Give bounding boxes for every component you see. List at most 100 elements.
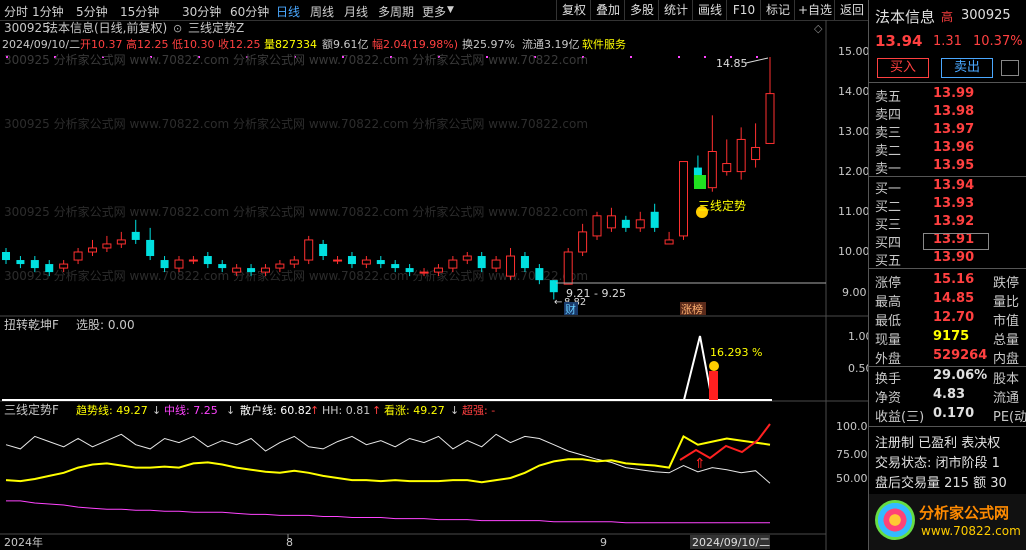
badge-zhangting[interactable]: 涨榜	[681, 302, 703, 316]
add-watchlist-button[interactable]: +自选	[794, 0, 835, 20]
sell_levels-value[interactable]: 13.99	[933, 86, 974, 101]
stats-value[interactable]: 12.70	[933, 310, 974, 325]
signal-label: 三线定势	[698, 198, 746, 213]
buy_levels-row: 买五 13.90	[875, 250, 1025, 269]
stats2-value[interactable]: 29.06%	[933, 368, 987, 383]
logo-banner: 分析家公式网 www.70822.com	[869, 494, 1026, 550]
back-button[interactable]: 返回	[834, 0, 869, 20]
price-tick: 13.00	[838, 125, 868, 138]
period-tab-1min[interactable]: 1分钟	[32, 3, 64, 20]
period-tab-weekly[interactable]: 周线	[310, 3, 334, 20]
f10-button[interactable]: F10	[726, 0, 761, 20]
draw-line-button[interactable]: 画线	[692, 0, 727, 20]
buy_levels-label: 买三	[875, 218, 902, 233]
sell_levels-value[interactable]: 13.95	[933, 158, 974, 173]
candle-body	[736, 138, 746, 173]
x-axis-label: 2024年	[4, 535, 43, 549]
period-tab-fenshi[interactable]: 分时	[4, 3, 28, 20]
badge-cai[interactable]: 财	[565, 302, 576, 316]
candle-body	[275, 263, 285, 269]
stats-value[interactable]: 15.16	[933, 272, 974, 287]
candle-body	[621, 219, 630, 228]
period-tab-multi[interactable]: 多周期	[378, 3, 414, 20]
footer-line3: 盘后交易量 215 额 30	[875, 476, 1007, 491]
candle-body	[319, 243, 328, 257]
buy_levels-value[interactable]: 13.94	[933, 178, 974, 193]
stats-row: 最高 14.85 量比	[875, 291, 1025, 310]
sub2-title[interactable]: 三线定势F	[4, 402, 59, 417]
indicator-name[interactable]: 三线定势Z	[188, 20, 244, 35]
buy-button[interactable]: 买入	[877, 58, 929, 78]
candle-body	[433, 267, 443, 273]
candle-body	[361, 259, 371, 265]
stats-label: 最高	[875, 295, 902, 310]
candle-body	[405, 268, 414, 273]
sub1-peak-label: 16.293 %	[710, 346, 762, 359]
buy_levels-label: 买二	[875, 200, 902, 215]
stats-value[interactable]: 9175	[933, 329, 969, 344]
sell_levels-value[interactable]: 13.96	[933, 140, 974, 155]
buy_levels-label: 买五	[875, 254, 902, 269]
stats-value[interactable]: 14.85	[933, 291, 974, 306]
stats2-value[interactable]: 0.170	[933, 406, 974, 421]
buy_levels-value[interactable]: 13.92	[933, 214, 974, 229]
sub1-title[interactable]: 扭转乾坤F	[4, 317, 59, 332]
period-tab-60min[interactable]: 60分钟	[230, 3, 269, 20]
candle-body	[491, 259, 501, 269]
chart-area[interactable]: 300925 分析家公式网 www.70822.com 分析家公式网 www.7…	[0, 20, 868, 550]
quote-panel: 法本信息 高 300925 13.94 1.31 10.37% 买入 卖出 卖五…	[868, 0, 1026, 550]
multi-stock-button[interactable]: 多股	[624, 0, 659, 20]
sell-button[interactable]: 卖出	[941, 58, 993, 78]
sell_levels-value[interactable]: 13.98	[933, 104, 974, 119]
stats-label: 涨停	[875, 276, 902, 291]
period-tab-5min[interactable]: 5分钟	[76, 3, 108, 20]
stats-button[interactable]: 统计	[658, 0, 693, 20]
down-arrow-icon: ↓	[450, 404, 459, 417]
sell_levels-row: 卖四 13.98	[875, 104, 1025, 123]
stats2-label: 净资	[875, 391, 902, 406]
sell_levels-label: 卖三	[875, 126, 902, 141]
info-close: 收12.25	[218, 37, 261, 51]
x-axis-label: 8	[286, 536, 293, 549]
down-arrow-icon: ↓	[152, 404, 161, 417]
window-icon[interactable]	[1001, 60, 1019, 76]
sell_levels-value[interactable]: 13.97	[933, 122, 974, 137]
buy_levels-value[interactable]: 13.90	[933, 250, 974, 265]
stats2-value[interactable]: 4.83	[933, 387, 965, 402]
arrow-left-icon: ←	[554, 297, 562, 308]
price-tick: 10.00	[838, 245, 868, 258]
period-tab-daily[interactable]: 日线	[276, 3, 300, 20]
signal-candle	[694, 175, 706, 189]
watermark-text-2: 300925 分析家公式网 www.70822.com 分析家公式网 www.7…	[4, 116, 588, 131]
candle-body	[102, 243, 112, 249]
stats-label: 现量	[875, 333, 902, 348]
period-tab-monthly[interactable]: 月线	[344, 3, 368, 20]
diamond-icon[interactable]: ◇	[814, 22, 823, 35]
period-tab-more[interactable]: 更多	[422, 3, 446, 20]
candle-body	[160, 260, 169, 269]
mark-button[interactable]: 标记	[760, 0, 795, 20]
candle-body	[679, 161, 689, 237]
period-tab-30min[interactable]: 30分钟	[182, 3, 221, 20]
candle-body	[563, 251, 573, 285]
candle-body	[73, 251, 83, 261]
candle-body	[45, 264, 54, 273]
candle-body	[391, 264, 400, 269]
overlay-button[interactable]: 叠加	[590, 0, 625, 20]
price-tick: 12.00	[838, 165, 868, 178]
info-turnover: 换25.97%	[462, 37, 515, 51]
settings-icon[interactable]: ⊙	[173, 22, 182, 35]
sub2-strong: 超强: -	[462, 403, 495, 417]
info-date: 2024/09/10/二	[2, 38, 80, 51]
chevron-down-icon[interactable]: ▼	[447, 5, 454, 15]
stats2-label: 收益(三)	[875, 410, 925, 425]
x-axis-current-date: 2024/09/10/二	[692, 536, 770, 549]
logo-text: 分析家公式网	[919, 504, 1010, 522]
period-tab-15min[interactable]: 15分钟	[120, 3, 159, 20]
candle-body	[16, 260, 25, 265]
fuquan-button[interactable]: 复权	[556, 0, 591, 20]
buy_levels-value[interactable]: 13.93	[933, 196, 974, 211]
stats-value[interactable]: 529264	[933, 348, 987, 363]
stats2-row: 收益(三) 0.170 PE(动	[875, 406, 1026, 425]
stats-row: 现量 9175 总量	[875, 329, 1025, 348]
